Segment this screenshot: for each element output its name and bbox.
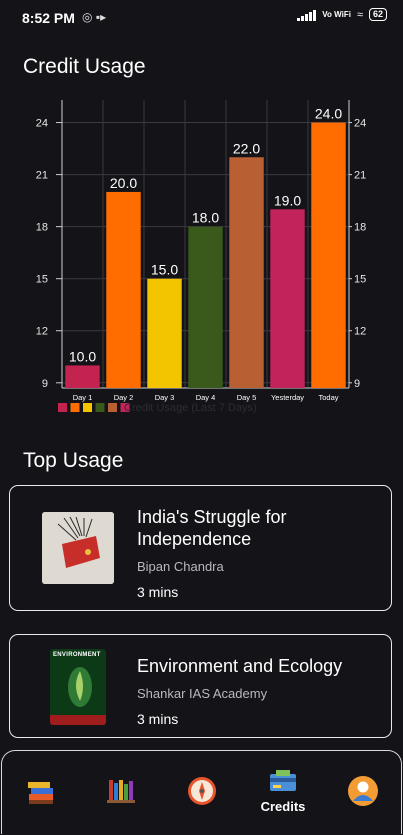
x-tick-label: Day 4 — [196, 393, 216, 402]
book-cover-image — [42, 512, 114, 584]
legend-swatch — [95, 403, 105, 412]
book-author: Shankar IAS Academy — [137, 686, 268, 701]
book-title: Environment and Ecology — [137, 656, 343, 676]
legend-swatch — [108, 403, 117, 412]
x-tick-label: Day 1 — [73, 393, 93, 402]
bar — [65, 365, 100, 388]
bar — [311, 122, 346, 389]
y-tick-label-right: 21 — [354, 170, 366, 182]
bar — [229, 157, 264, 388]
bar-value-label: 20.0 — [110, 175, 137, 191]
x-tick-label: Day 3 — [155, 393, 175, 402]
nav-item-credits[interactable]: Credits — [248, 751, 318, 831]
books-stack-icon — [28, 782, 53, 804]
signal-icon — [297, 9, 317, 21]
bar — [147, 278, 182, 388]
battery-icon: 62 — [368, 8, 387, 21]
bottom-navigation: Credits — [1, 750, 402, 834]
bar — [188, 226, 223, 388]
book-title: India's Struggle for Independence — [137, 507, 287, 549]
bar — [106, 191, 141, 388]
y-tick-label: 21 — [36, 170, 48, 182]
status-time: 8:52 PM — [22, 10, 75, 26]
video-icon: ▪▸ — [95, 10, 107, 24]
nav-item-books[interactable] — [6, 751, 76, 831]
legend-swatch — [83, 403, 92, 412]
vowifi-label: Vo WiFi — [322, 9, 351, 19]
y-tick-label-right: 18 — [354, 222, 366, 234]
book-cover-image: ENVIRONMENT — [50, 649, 106, 725]
y-tick-label-right: 12 — [354, 326, 366, 338]
usage-time: 3 mins — [137, 711, 179, 727]
y-tick-label: 24 — [36, 118, 48, 130]
top-usage-card[interactable]: ENVIRONMENT Environment and Ecology Shan… — [9, 634, 392, 738]
compass-icon — [188, 777, 216, 805]
y-tick-label-right: 15 — [354, 274, 366, 286]
wifi-icon: ≈ — [356, 8, 363, 21]
book-author: Bipan Chandra — [137, 559, 224, 574]
bar-value-label: 18.0 — [192, 210, 219, 226]
legend-swatch — [58, 403, 67, 412]
x-tick-label: Yesterday — [271, 393, 304, 402]
nav-item-library[interactable] — [86, 751, 156, 831]
cover-text: ENVIRONMENT — [53, 652, 101, 658]
y-tick-label: 9 — [42, 378, 48, 390]
y-tick-label: 12 — [36, 326, 48, 338]
bar-value-label: 24.0 — [315, 106, 342, 122]
bar — [270, 209, 305, 388]
y-tick-label-right: 24 — [354, 118, 366, 130]
credit-card-icon — [270, 770, 296, 791]
bar-value-label: 10.0 — [69, 348, 96, 364]
status-bar: 8:52 PM ◎ ▪▸ Vo WiFi ≈ 62 — [0, 0, 403, 36]
nav-item-profile[interactable] — [328, 751, 398, 831]
y-tick-label-right: 9 — [354, 378, 360, 390]
bar-value-label: 19.0 — [274, 192, 301, 208]
y-tick-label: 18 — [36, 222, 48, 234]
bar-value-label: 22.0 — [233, 140, 260, 156]
top-usage-title: Top Usage — [23, 449, 124, 472]
x-tick-label: Day 2 — [114, 393, 134, 402]
bookshelf-icon — [107, 780, 135, 803]
usage-time: 3 mins — [137, 584, 179, 600]
whatsapp-icon: ◎ — [82, 10, 93, 24]
nav-label-credits: Credits — [260, 799, 306, 814]
legend-label: Credit Usage (Last 7 Days) — [124, 402, 257, 414]
x-tick-label: Day 5 — [237, 393, 257, 402]
legend-swatch — [70, 403, 80, 412]
avatar-icon — [348, 776, 378, 806]
top-usage-card[interactable]: India's Struggle for Independence Bipan … — [9, 485, 392, 611]
credit-usage-title: Credit Usage — [23, 55, 146, 78]
y-tick-label: 15 — [36, 274, 48, 286]
credit-usage-chart: 9 9 12 12 15 15 18 18 21 21 24 24 10.0 Day 1 20.0 Day 2… — [36, 100, 366, 414]
x-tick-label: Today — [318, 393, 338, 402]
bar-value-label: 15.0 — [151, 262, 178, 278]
nav-item-explore[interactable] — [167, 751, 237, 831]
